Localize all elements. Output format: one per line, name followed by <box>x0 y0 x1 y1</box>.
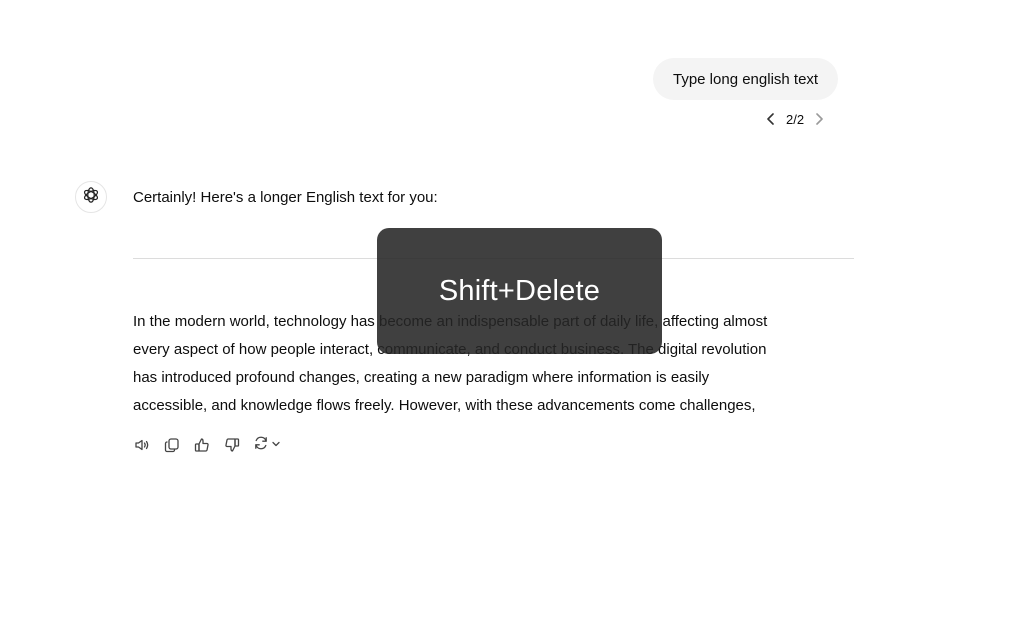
thumbs-up-icon[interactable] <box>192 434 212 456</box>
regenerate-button[interactable] <box>252 434 282 456</box>
paragraph-line: has introduced profound changes, creatin… <box>133 369 710 386</box>
assistant-avatar <box>75 181 107 213</box>
regenerate-icon <box>252 434 270 457</box>
pagination-label: 2/2 <box>786 111 805 127</box>
response-pagination: 2/2 <box>762 108 828 130</box>
message-actions <box>132 434 282 456</box>
chat-view: Type long english text 2/2 Certainly! He… <box>0 0 1020 638</box>
chevron-left-icon[interactable] <box>762 108 780 130</box>
chevron-right-icon[interactable] <box>810 108 828 130</box>
chevron-down-icon <box>271 436 281 454</box>
user-message-text: Type long english text <box>673 70 819 88</box>
paragraph-line: accessible, and knowledge flows freely. … <box>133 397 756 414</box>
thumbs-down-icon[interactable] <box>222 434 242 456</box>
assistant-intro-text: Certainly! Here's a longer English text … <box>133 189 438 206</box>
openai-logo-icon <box>81 185 101 210</box>
copy-icon[interactable] <box>162 434 182 456</box>
shortcut-label: Shift+Delete <box>438 274 601 307</box>
user-message-bubble: Type long english text <box>653 58 839 100</box>
speaker-icon[interactable] <box>132 434 152 456</box>
keyboard-shortcut-overlay: Shift+Delete <box>377 228 662 354</box>
